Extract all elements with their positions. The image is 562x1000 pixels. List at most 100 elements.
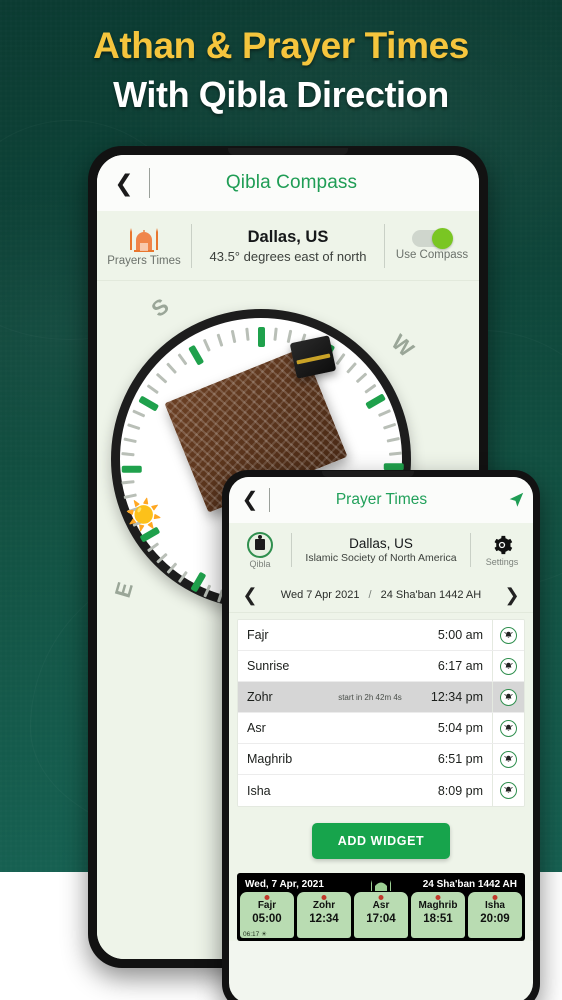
compass-tick — [272, 327, 278, 341]
widget-prayer-cell: Zohr 12:34 — [297, 892, 351, 938]
compass-tick — [123, 493, 138, 500]
gear-icon — [494, 535, 513, 554]
compass-tick — [355, 371, 368, 383]
compass-tick — [121, 466, 142, 474]
athan-toggle-button[interactable] — [492, 744, 524, 774]
back-chevron-icon-2[interactable]: ❮ — [235, 477, 265, 523]
qibla-label: Qibla — [249, 558, 271, 569]
prayer-time: 6:17 am — [437, 659, 483, 673]
compass-tick — [335, 352, 346, 365]
compass-tick — [286, 329, 292, 343]
widget-gregorian-date: Wed, 7 Apr, 2021 — [245, 878, 324, 890]
athan-bell-icon — [500, 626, 517, 644]
hijri-date: 24 Sha'ban 1442 AH — [380, 588, 482, 601]
use-compass-control[interactable]: Use Compass — [385, 228, 479, 261]
prayer-countdown: start in 2h 42m 4s — [338, 692, 402, 702]
widget-prayer-name: Asr — [372, 900, 390, 911]
cardinal-west-label: W — [386, 329, 420, 362]
gregorian-date: Wed 7 Apr 2021 — [280, 588, 360, 601]
widget-sunrise-time: 06:17 ☀ — [243, 931, 267, 938]
prayer-row[interactable]: Asr 5:04 pm — [238, 713, 524, 744]
widget-prayer-cells: Fajr 05:00 06:17 ☀ Zohr 12:34 Asr 17:04 Maghrib… — [240, 892, 522, 938]
widget-marker-dot — [492, 895, 498, 900]
compass-tick — [363, 383, 377, 394]
prayer-location-block[interactable]: Dallas, US Islamic Society of North Amer… — [292, 536, 470, 564]
compass-tick — [257, 327, 265, 347]
prayer-row[interactable]: Fajr 5:00 am — [238, 620, 524, 651]
qibla-button[interactable]: Qibla — [229, 531, 291, 569]
widget-marker-dot — [264, 895, 270, 900]
compass-tick — [165, 362, 177, 375]
athan-toggle-button[interactable] — [492, 713, 524, 743]
widget-marker-dot — [378, 895, 384, 900]
athan-toggle-button[interactable] — [492, 620, 524, 650]
qibla-appbar: ❮ Qibla Compass — [97, 155, 479, 211]
prayer-row[interactable]: Sunrise 6:17 am — [238, 651, 524, 682]
widget-preview-container: Wed, 7 Apr, 2021 24 Sha'ban 1442 AH Fajr… — [229, 871, 533, 941]
prayer-time: 5:04 pm — [437, 721, 483, 735]
settings-button[interactable]: Settings — [471, 534, 533, 567]
navigation-arrow-glyph — [509, 492, 524, 507]
compass-tick — [244, 327, 250, 341]
widget-prayer-time: 12:34 — [309, 913, 339, 925]
compass-tick — [155, 373, 168, 385]
cardinal-east-label: E — [109, 579, 138, 601]
compass-tick — [377, 408, 391, 417]
widget-prayer-time: 05:00 — [252, 913, 282, 925]
qibla-location-block: Dallas, US 43.5° degrees east of north — [192, 228, 384, 264]
athan-bell-icon — [500, 750, 517, 768]
compass-tick — [132, 409, 146, 418]
current-date-label: Wed 7 Apr 2021 / 24 Sha'ban 1442 AH — [261, 589, 501, 601]
prayer-name: Isha — [247, 783, 271, 798]
compass-tick — [166, 562, 178, 575]
compass-tick — [146, 384, 159, 395]
compass-tick — [126, 423, 141, 431]
compass-tick — [177, 353, 188, 366]
widget-prayer-name: Fajr — [257, 900, 277, 911]
prayer-location-name: Dallas, US — [349, 536, 413, 551]
home-screen-widget[interactable]: Wed, 7 Apr, 2021 24 Sha'ban 1442 AH Fajr… — [237, 873, 525, 941]
prayer-row[interactable]: Maghrib 6:51 pm — [238, 744, 524, 775]
widget-marker-dot — [435, 895, 441, 900]
prayer-name: Zohr — [247, 690, 273, 704]
prev-day-button[interactable]: ❮ — [239, 586, 261, 604]
navigation-arrow-icon[interactable] — [499, 491, 533, 509]
date-navigation-bar: ❮ Wed 7 Apr 2021 / 24 Sha'ban 1442 AH ❯ — [229, 577, 533, 613]
athan-bell-icon — [500, 657, 517, 675]
widget-hijri-date: 24 Sha'ban 1442 AH — [422, 878, 517, 890]
back-chevron-icon[interactable]: ❮ — [105, 155, 143, 211]
kaaba-icon — [247, 531, 273, 558]
compass-tick — [138, 395, 159, 413]
prayer-name: Sunrise — [247, 659, 290, 673]
prayer-times-locbar: Qibla Dallas, US Islamic Society of Nort… — [229, 523, 533, 577]
cardinal-south-label: S — [146, 293, 174, 322]
prayer-times-title: Prayer Times — [335, 491, 428, 508]
athan-toggle-button[interactable] — [492, 682, 524, 712]
next-day-button[interactable]: ❯ — [501, 586, 523, 604]
prayer-row[interactable]: Zohr start in 2h 42m 4s 12:34 pm — [238, 682, 524, 713]
qibla-subbar: Prayers Times Dallas, US 43.5° degrees e… — [97, 211, 479, 281]
compass-tick — [345, 361, 357, 374]
athan-toggle-button[interactable] — [492, 775, 524, 806]
qibla-title: Qibla Compass — [225, 172, 358, 193]
prayer-times-appbar: ❮ Prayer Times — [229, 477, 533, 523]
compass-tick — [386, 436, 400, 443]
date-separator: / — [368, 588, 372, 601]
widget-prayer-name: Zohr — [312, 900, 336, 911]
compass-tick — [388, 451, 403, 456]
prayer-row[interactable]: Isha 8:09 pm — [238, 775, 524, 806]
athan-toggle-button[interactable] — [492, 651, 524, 681]
use-compass-toggle[interactable] — [412, 228, 453, 249]
prayer-times-list-container: Fajr 5:00 am Sunrise 6:17 am Zohr start in 2h… — [229, 613, 533, 807]
widget-header: Wed, 7 Apr, 2021 24 Sha'ban 1442 AH — [240, 876, 522, 892]
prayer-name: Asr — [247, 721, 266, 735]
compass-tick — [382, 422, 397, 430]
prayer-time: 8:09 pm — [437, 783, 483, 798]
prayers-times-button[interactable]: Prayers Times — [97, 225, 191, 267]
headline-line-1: Athan & Prayer Times — [93, 25, 469, 66]
mosque-silhouette-icon — [371, 880, 391, 891]
athan-bell-icon — [500, 782, 517, 799]
add-widget-container: ADD WIDGET — [229, 807, 533, 871]
phone-notch — [228, 148, 348, 155]
add-widget-button[interactable]: ADD WIDGET — [311, 823, 451, 859]
